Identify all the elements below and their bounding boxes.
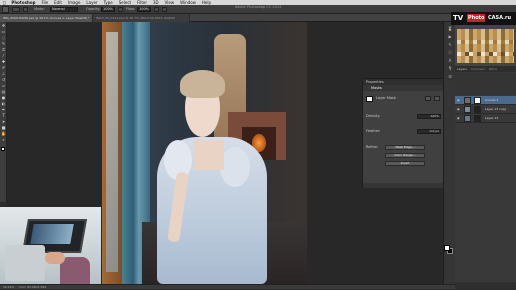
brush-tool-icon[interactable]: ✐ (1, 66, 6, 70)
swatch-row[interactable] (457, 52, 514, 56)
document-size: Doc: 85.0M/1.58G (19, 285, 47, 289)
layers-panel: Layers Channels Paths ◉ Curves 1 ◉ Layer… (455, 66, 516, 289)
pixel-mask-icon[interactable] (425, 96, 431, 101)
zoom-level[interactable]: 16.16% (3, 285, 14, 289)
foreground-color-swatch[interactable] (1, 147, 5, 151)
color-range-button[interactable]: Color Range... (385, 153, 425, 158)
layer-row-layer-13-copy[interactable]: ◉ Layer 13 copy (455, 105, 516, 114)
hand (45, 252, 65, 264)
swatch-row[interactable] (457, 40, 514, 44)
density-label: Density: (366, 114, 381, 118)
feather-field[interactable]: 0.0 px (417, 129, 441, 134)
shape-tool-icon[interactable]: ■ (1, 126, 6, 130)
document-tab-bar: IMG_9509-HAND.psd @ 16.1% (Curves 1, Lay… (0, 14, 455, 22)
character-panel-icon[interactable]: A (447, 58, 453, 63)
layer-row-layer-13[interactable]: ◉ Layer 13 (455, 114, 516, 123)
swatch-grid[interactable] (457, 29, 514, 63)
layer-name: Layer 13 copy (485, 107, 507, 111)
person-sleeve (60, 257, 90, 284)
tools-panel: ✥ ▭ ◌ ✎ ⌗ ⁄ ✚ ✐ ⊥ ↺ ▱ ▤ ● ◐ ✒ T ➤ ■ ✋ ⌕ (0, 22, 7, 202)
lasso-tool-icon[interactable]: ◌ (1, 36, 6, 40)
feather-label: Feather: (366, 129, 381, 133)
layer-mask-thumbnail[interactable] (474, 115, 481, 122)
layers-footer (455, 282, 516, 289)
tab-layers[interactable]: Layers (457, 67, 467, 71)
info-panel-icon[interactable]: ⓘ (447, 50, 453, 55)
properties-panel-icon[interactable]: ☰ (447, 74, 453, 79)
clone-stamp-tool-icon[interactable]: ⊥ (1, 72, 6, 76)
pen-tool-icon[interactable]: ✒ (1, 108, 6, 112)
keyboard (5, 245, 45, 281)
tv-photocasa-logo: TV Photo CASA.ru (451, 12, 516, 25)
document-canvas-photo[interactable] (102, 22, 307, 284)
layer-name: Layer 13 (485, 116, 499, 120)
tab-document-1[interactable]: IMG_9509-HAND.psd @ 16.1% (Curves 1, Lay… (0, 14, 93, 22)
mask-type-label: Layer Mask (376, 96, 396, 100)
hand-tool-icon[interactable]: ✋ (1, 132, 6, 136)
status-bar: 16.16% Doc: 85.0M/1.58G (0, 284, 455, 289)
layer-thumbnail (464, 115, 471, 122)
eye-icon[interactable]: ◉ (457, 98, 461, 102)
vector-mask-icon[interactable] (434, 96, 440, 101)
actions-panel-icon[interactable]: ▶ (447, 34, 453, 39)
mask-edge-button[interactable]: Mask Edge... (385, 145, 425, 150)
type-tool-icon[interactable]: T (1, 114, 6, 118)
eye-icon[interactable]: ◉ (457, 107, 461, 111)
history-panel-icon[interactable]: ⌛ (447, 26, 453, 31)
blur-tool-icon[interactable]: ● (1, 96, 6, 100)
eraser-tool-icon[interactable]: ▱ (1, 84, 6, 88)
adjustment-thumbnail (464, 97, 471, 104)
color-swatches-icon[interactable] (443, 244, 454, 256)
layer-row-curves-1[interactable]: ◉ Curves 1 (455, 96, 516, 105)
path-select-tool-icon[interactable]: ➤ (1, 120, 6, 124)
invert-button[interactable]: Invert (385, 161, 425, 166)
refine-label: Refine: (366, 145, 379, 149)
dodge-tool-icon[interactable]: ◐ (1, 102, 6, 106)
density-field[interactable]: 100% (417, 114, 441, 119)
layer-thumbnail (464, 106, 471, 113)
logo-tv: TV (453, 14, 464, 22)
eye-icon[interactable]: ◉ (457, 116, 461, 120)
properties-panel: Properties Masks Layer Mask Density: 100… (362, 78, 445, 188)
mask-thumbnail[interactable] (366, 96, 373, 102)
eyedropper-tool-icon[interactable]: ⁄ (1, 54, 6, 58)
marquee-tool-icon[interactable]: ▭ (1, 30, 6, 34)
properties-footer (363, 183, 444, 188)
layer-mask-thumbnail[interactable] (474, 97, 481, 104)
layer-mask-thumbnail[interactable] (474, 106, 481, 113)
masks-section-title: Masks (363, 85, 444, 91)
swatches-panel (455, 22, 516, 67)
move-tool-icon[interactable]: ✥ (1, 24, 6, 28)
gradient-tool-icon[interactable]: ▤ (1, 90, 6, 94)
paragraph-panel-icon[interactable]: ¶ (447, 66, 453, 71)
tab-document-2[interactable]: IMG3_09_0322.psd @ 16.7% (IMG3-09-0322, … (93, 14, 190, 22)
webcam-overlay (0, 207, 101, 284)
neck-chest (194, 140, 224, 170)
window-title: Adobe Photoshop CC 2014 (234, 5, 282, 9)
foreground-color[interactable] (444, 245, 450, 251)
tab-channels[interactable]: Channels (471, 67, 485, 71)
tab-paths[interactable]: Paths (489, 67, 497, 71)
crop-tool-icon[interactable]: ⌗ (1, 48, 6, 52)
layers-tab-bar: Layers Channels Paths (455, 66, 516, 72)
quick-select-tool-icon[interactable]: ✎ (1, 42, 6, 46)
puff-sleeve-right (220, 147, 250, 187)
layers-options (455, 73, 516, 95)
layer-name: Curves 1 (485, 98, 499, 102)
zoom-tool-icon[interactable]: ⌕ (1, 138, 6, 142)
brush-panel-icon[interactable]: ✎ (447, 42, 453, 47)
window-glass (106, 32, 118, 272)
logo-casa: CASA.ru (488, 15, 512, 21)
tablet-display (30, 224, 74, 244)
history-brush-tool-icon[interactable]: ↺ (1, 78, 6, 82)
healing-brush-tool-icon[interactable]: ✚ (1, 60, 6, 64)
hair (180, 70, 225, 98)
logo-photo: Photo (467, 14, 486, 22)
